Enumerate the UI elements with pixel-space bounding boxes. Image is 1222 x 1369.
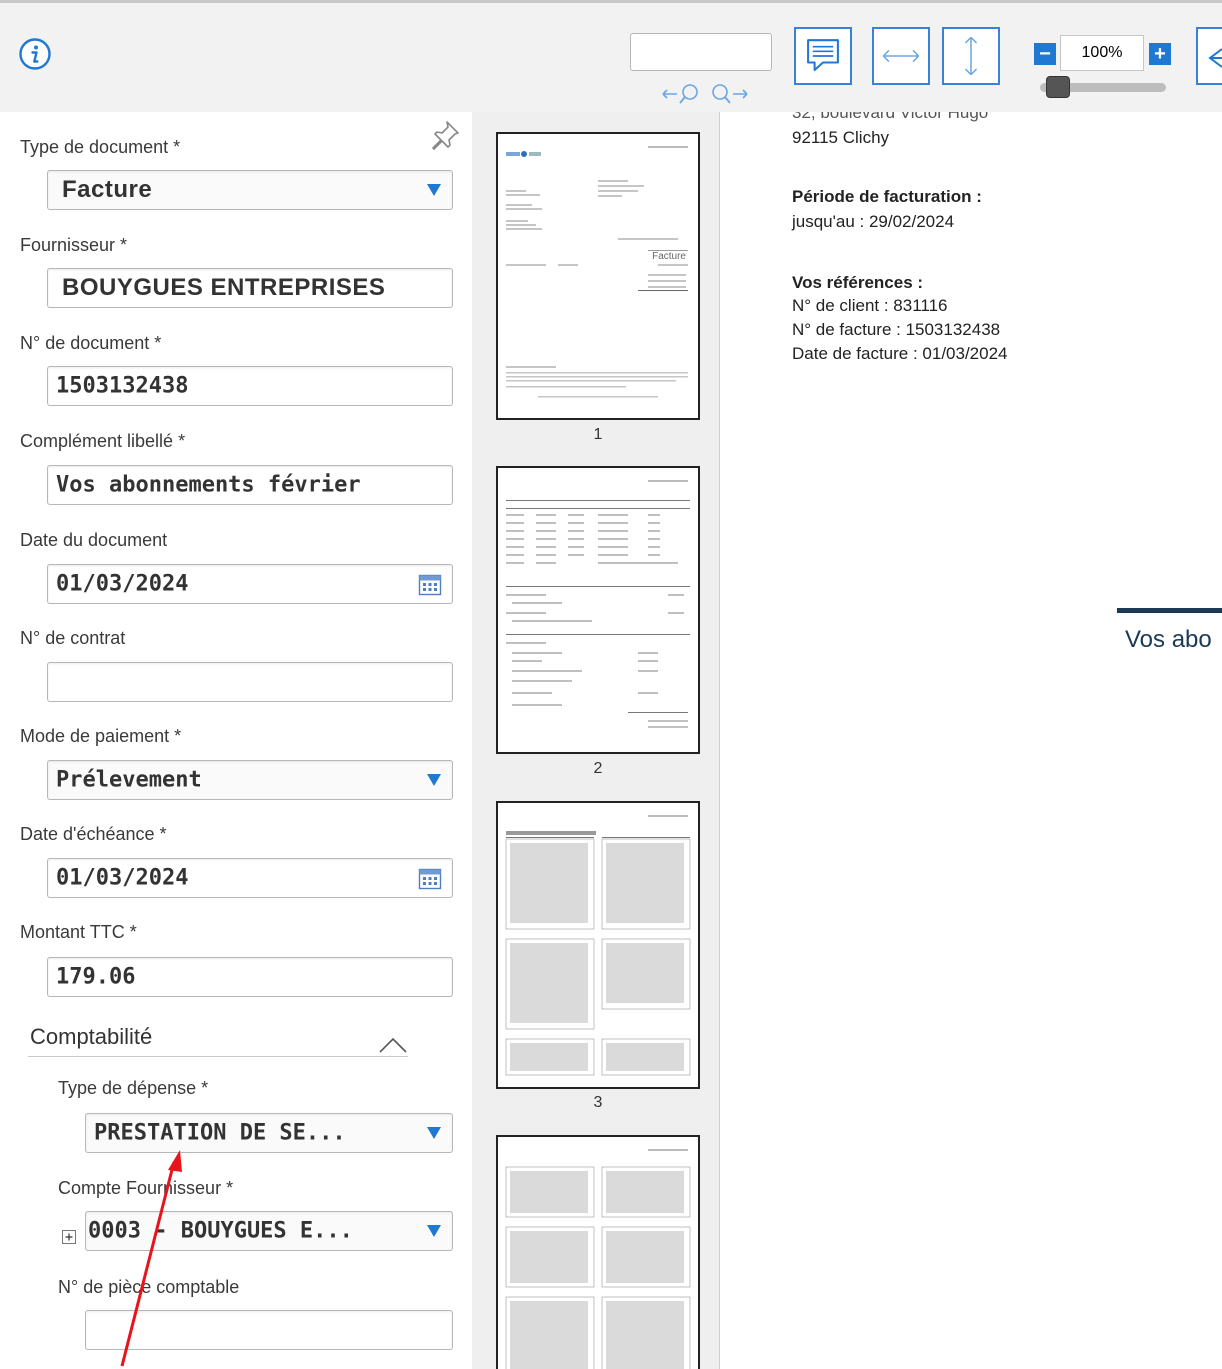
num-piece-label: N° de pièce comptable	[58, 1277, 240, 1297]
num-document-value: 1503132438	[56, 373, 189, 399]
complement-label: Complément libellé *	[20, 431, 186, 451]
type-document-value: Facture	[62, 176, 153, 203]
mode-paiement-value: Prélevement	[56, 767, 202, 793]
page-thumbnail-1[interactable]: Facture	[496, 132, 700, 420]
fit-height-icon	[964, 36, 978, 76]
type-document-label: Type de document *	[20, 137, 181, 157]
search-previous-icon[interactable]	[660, 81, 704, 107]
fournisseur-field[interactable]: BOUYGUES ENTREPRISES	[47, 268, 453, 308]
page-thumbnails-panel: Facture 1 2 3	[472, 112, 720, 1369]
dropdown-arrow-icon	[427, 1225, 441, 1237]
doc-address-street: 32, boulevard Victor Hugo	[792, 112, 989, 122]
page-preview: Facture	[506, 146, 688, 398]
page-thumbnail-2[interactable]	[496, 466, 700, 754]
doc-periode-value: jusqu'au : 29/02/2024	[792, 212, 955, 231]
complement-value: Vos abonnements février	[56, 472, 361, 498]
dropdown-arrow-icon	[427, 774, 441, 786]
invoice-form-panel: Type de document * Facture Fournisseur *…	[0, 112, 472, 1369]
fit-height-button[interactable]	[942, 27, 1000, 85]
doc-address-city: 92115 Clichy	[792, 128, 890, 147]
compte-fournisseur-value: 0003 - BOUYGUES E...	[88, 1218, 353, 1244]
compte-fournisseur-select[interactable]: 0003 - BOUYGUES E...	[85, 1211, 453, 1251]
date-document-label: Date du document	[20, 530, 168, 550]
section-divider	[28, 1056, 408, 1057]
num-contrat-field[interactable]	[47, 662, 453, 702]
fit-width-icon	[882, 49, 920, 63]
page-thumbnail-3[interactable]	[496, 801, 700, 1089]
zoom-slider-thumb[interactable]	[1046, 76, 1070, 98]
doc-ref-date: Date de facture : 01/03/2024	[792, 344, 1008, 363]
doc-section-rule	[1117, 608, 1222, 613]
chevron-up-icon[interactable]	[378, 1036, 408, 1054]
num-document-field[interactable]: 1503132438	[47, 366, 453, 406]
doc-refs-label: Vos références :	[792, 273, 924, 292]
comment-icon	[807, 39, 839, 71]
page-preview	[505, 815, 691, 1076]
fournisseur-label: Fournisseur *	[20, 235, 128, 255]
num-contrat-label: N° de contrat	[20, 628, 126, 648]
type-document-select[interactable]: Facture	[47, 170, 453, 210]
montant-ttc-value: 179.06	[56, 964, 136, 990]
date-document-field[interactable]: 01/03/2024	[47, 564, 453, 604]
num-piece-field[interactable]	[85, 1310, 453, 1350]
type-depense-select[interactable]: PRESTATION DE SE...	[85, 1113, 453, 1153]
viewer-toolbar: − +	[0, 0, 1222, 112]
type-depense-label: Type de dépense *	[58, 1078, 209, 1098]
info-icon[interactable]	[18, 37, 52, 71]
page-number-3: 3	[593, 1094, 603, 1111]
date-echeance-value: 01/03/2024	[56, 865, 189, 891]
fit-width-button[interactable]	[872, 27, 930, 85]
doc-periode-label: Période de facturation :	[792, 187, 982, 206]
date-document-value: 01/03/2024	[56, 571, 189, 597]
document-search-input[interactable]	[630, 33, 772, 71]
compte-fournisseur-label: Compte Fournisseur *	[58, 1178, 234, 1198]
complement-field[interactable]: Vos abonnements février	[47, 465, 453, 505]
dropdown-arrow-icon	[427, 184, 441, 196]
montant-ttc-label: Montant TTC *	[20, 922, 137, 942]
expand-plus-icon[interactable]	[62, 1230, 76, 1244]
mode-paiement-label: Mode de paiement *	[20, 726, 182, 746]
doc-ref-facture: N° de facture : 1503132438	[792, 320, 1001, 339]
type-depense-value: PRESTATION DE SE...	[94, 1120, 346, 1146]
date-echeance-label: Date d'échéance *	[20, 824, 167, 844]
zoom-in-button[interactable]: +	[1149, 43, 1171, 65]
calendar-icon[interactable]	[418, 867, 442, 891]
fournisseur-value: BOUYGUES ENTREPRISES	[62, 274, 386, 301]
page-preview	[506, 480, 690, 728]
montant-ttc-field[interactable]: 179.06	[47, 957, 453, 997]
calendar-icon[interactable]	[418, 573, 442, 597]
page-number-2: 2	[593, 760, 603, 777]
page-thumbnail-4[interactable]	[496, 1135, 700, 1369]
num-document-label: N° de document *	[20, 333, 162, 353]
date-echeance-field[interactable]: 01/03/2024	[47, 858, 453, 898]
page-preview	[505, 1149, 691, 1369]
dropdown-arrow-icon	[427, 1127, 441, 1139]
doc-ref-client: N° de client : 831116	[792, 296, 948, 315]
document-viewer: 32, boulevard Victor Hugo 92115 Clichy P…	[721, 112, 1222, 1369]
pin-icon[interactable]	[428, 118, 462, 152]
comments-button[interactable]	[794, 27, 852, 85]
search-next-icon[interactable]	[706, 81, 750, 107]
arrow-left-icon	[1208, 48, 1222, 68]
zoom-level-input[interactable]	[1060, 35, 1144, 71]
zoom-out-button[interactable]: −	[1034, 43, 1056, 65]
page-number-1: 1	[593, 426, 603, 443]
doc-section-heading: Vos abo	[1125, 626, 1212, 653]
mode-paiement-select[interactable]: Prélevement	[47, 760, 453, 800]
svg-text:Facture: Facture	[652, 251, 686, 262]
back-button[interactable]	[1196, 27, 1222, 85]
comptabilite-section-title[interactable]: Comptabilité	[30, 1024, 152, 1050]
